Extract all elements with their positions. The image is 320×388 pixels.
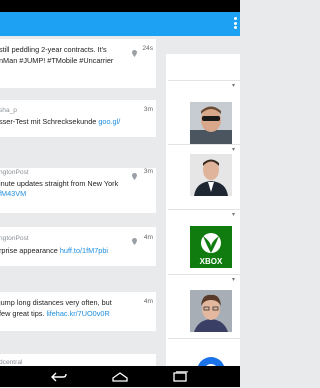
overflow-menu-icon[interactable] bbox=[233, 17, 237, 31]
tweet-timestamp: 4m bbox=[143, 234, 153, 241]
tweet-text-span: ngtonPost bbox=[0, 169, 29, 176]
tweet-timestamp: 3m bbox=[143, 106, 153, 113]
tweet-text-span: few great tips. bbox=[0, 309, 47, 318]
chevron-down-icon[interactable]: ▾ bbox=[232, 211, 235, 218]
tweet-card[interactable]: ngtonPost rprise appearance huff.to/1fM7p… bbox=[0, 227, 156, 266]
tweet-timeline[interactable]: still peddling 2-year contracts. It's nMa… bbox=[0, 36, 161, 366]
tweet-text-span: still peddling 2-year contracts. It's bbox=[0, 45, 107, 54]
tweet-text-span: sha_p bbox=[0, 107, 17, 114]
tweet-card[interactable]: still peddling 2-year contracts. It's nMa… bbox=[0, 39, 156, 88]
tweet-text: rprise appearance huff.to/1fM7pbi bbox=[0, 246, 108, 255]
tweet-text: fM43VM bbox=[0, 189, 26, 198]
home-icon[interactable] bbox=[111, 370, 129, 382]
tweet-text-span: jump long distances very often, but bbox=[0, 298, 112, 307]
tweet-card[interactable]: dcentral bbox=[0, 354, 156, 366]
tweet-card[interactable]: ngtonPost inute updates straight from New… bbox=[0, 168, 156, 213]
action-bar bbox=[0, 12, 240, 36]
tweet-text-span: dcentral bbox=[0, 359, 23, 366]
tweet-text: nMan #JUMP! #TMobile #Uncarrier bbox=[0, 56, 113, 65]
man-with-sunglasses-image[interactable] bbox=[190, 102, 232, 144]
divider bbox=[168, 144, 240, 145]
tweet-card[interactable]: jump long distances very often, but few … bbox=[0, 292, 156, 331]
tweet-text-span: sser-Test mit Schrecksekunde bbox=[0, 117, 99, 126]
tweet-author: dcentral bbox=[0, 358, 22, 366]
tweet-text: inute updates straight from New York bbox=[0, 179, 118, 188]
navigation-bar bbox=[0, 366, 240, 387]
svg-text:XBOX: XBOX bbox=[200, 257, 223, 266]
man-in-suit-image[interactable] bbox=[190, 154, 232, 196]
suggestions-panel: ▾ ▾ ▾ XBOX ▾ bbox=[166, 54, 240, 366]
tweet-text-span: inute updates straight from New York bbox=[0, 179, 119, 188]
xbox-logo-image[interactable]: XBOX bbox=[190, 226, 232, 268]
tweet-text: few great tips. lifehac.kr/7UO0v0R bbox=[0, 309, 110, 318]
tweet-card[interactable]: sha_p sser-Test mit Schrecksekunde goo.gl… bbox=[0, 100, 156, 137]
tweet-timestamp: 24s bbox=[142, 45, 153, 52]
tweet-text-span: nMan #JUMP! #TMobile #Uncarrier bbox=[0, 56, 114, 65]
location-pin-icon bbox=[132, 238, 137, 247]
person-with-glasses-image[interactable] bbox=[190, 290, 232, 332]
location-pin-icon bbox=[132, 173, 137, 182]
tweet-link[interactable]: huff.to/1fM7pbi bbox=[60, 246, 108, 255]
back-icon[interactable] bbox=[50, 370, 68, 382]
tweet-link[interactable]: goo.gl/ bbox=[98, 117, 120, 126]
tweet-author: ngtonPost bbox=[0, 168, 29, 177]
tweet-link[interactable]: fM43VM bbox=[0, 189, 26, 198]
divider bbox=[168, 209, 240, 210]
chevron-down-icon[interactable]: ▾ bbox=[232, 82, 235, 89]
tweet-text-span: rprise appearance bbox=[0, 246, 60, 255]
divider bbox=[168, 274, 240, 275]
tweet-author: sha_p bbox=[0, 106, 17, 115]
tweet-author: ngtonPost bbox=[0, 234, 29, 243]
tweet-timestamp: 3m bbox=[143, 168, 153, 175]
recent-apps-icon[interactable] bbox=[171, 370, 189, 382]
tweet-text: sser-Test mit Schrecksekunde goo.gl/ bbox=[0, 117, 120, 126]
tweet-text: still peddling 2-year contracts. It's bbox=[0, 45, 107, 54]
divider bbox=[168, 338, 240, 339]
blue-logo-image[interactable] bbox=[190, 350, 232, 366]
chevron-down-icon[interactable]: ▾ bbox=[232, 276, 235, 283]
location-pin-icon bbox=[132, 50, 137, 59]
tweet-link[interactable]: lifehac.kr/7UO0v0R bbox=[46, 309, 109, 318]
tweet-text: jump long distances very often, but bbox=[0, 298, 112, 307]
chevron-down-icon[interactable]: ▾ bbox=[232, 146, 235, 153]
status-bar bbox=[0, 0, 240, 12]
tweet-text-span: ngtonPost bbox=[0, 235, 29, 242]
tweet-timestamp: 4m bbox=[143, 298, 153, 305]
divider bbox=[168, 80, 240, 81]
